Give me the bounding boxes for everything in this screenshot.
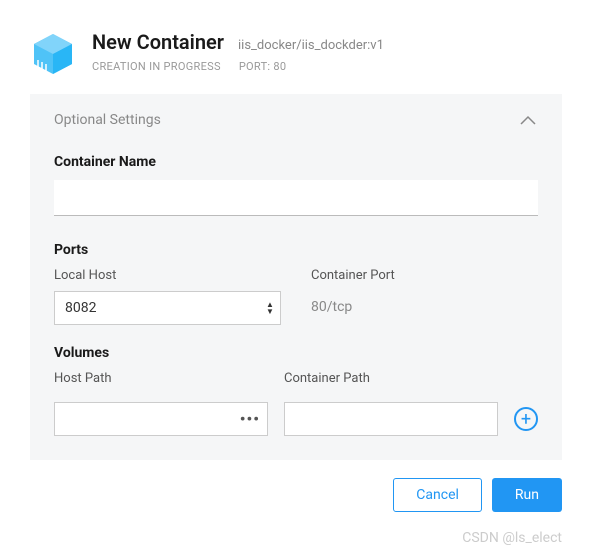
chevron-up-icon: [518, 113, 538, 127]
container-port-value: 80/tcp: [311, 291, 538, 315]
port-meta: PORT: 80: [239, 60, 287, 73]
browse-icon[interactable]: •••: [240, 410, 260, 429]
add-volume-button[interactable]: +: [514, 407, 538, 431]
container-name-label: Container Name: [54, 154, 538, 170]
run-button[interactable]: Run: [492, 478, 562, 512]
watermark: CSDN @ls_elect: [462, 530, 562, 546]
local-host-input[interactable]: [54, 291, 281, 325]
local-host-label: Local Host: [54, 268, 281, 283]
host-path-input[interactable]: [54, 402, 268, 436]
container-path-label: Container Path: [284, 371, 484, 386]
cancel-button[interactable]: Cancel: [393, 478, 482, 512]
container-cube-icon: [30, 30, 76, 76]
status-badge: CREATION IN PROGRESS: [92, 60, 221, 73]
host-path-label: Host Path: [54, 371, 254, 386]
image-tag: iis_docker/iis_dockder:v1: [238, 38, 384, 53]
volumes-label: Volumes: [54, 345, 538, 361]
container-path-input[interactable]: [284, 402, 498, 436]
container-name-input[interactable]: [54, 180, 538, 216]
panel-title: Optional Settings: [54, 112, 161, 128]
optional-settings-toggle[interactable]: Optional Settings: [30, 94, 562, 142]
page-title: New Container: [92, 30, 224, 54]
container-port-label: Container Port: [311, 268, 538, 283]
ports-label: Ports: [54, 242, 538, 258]
